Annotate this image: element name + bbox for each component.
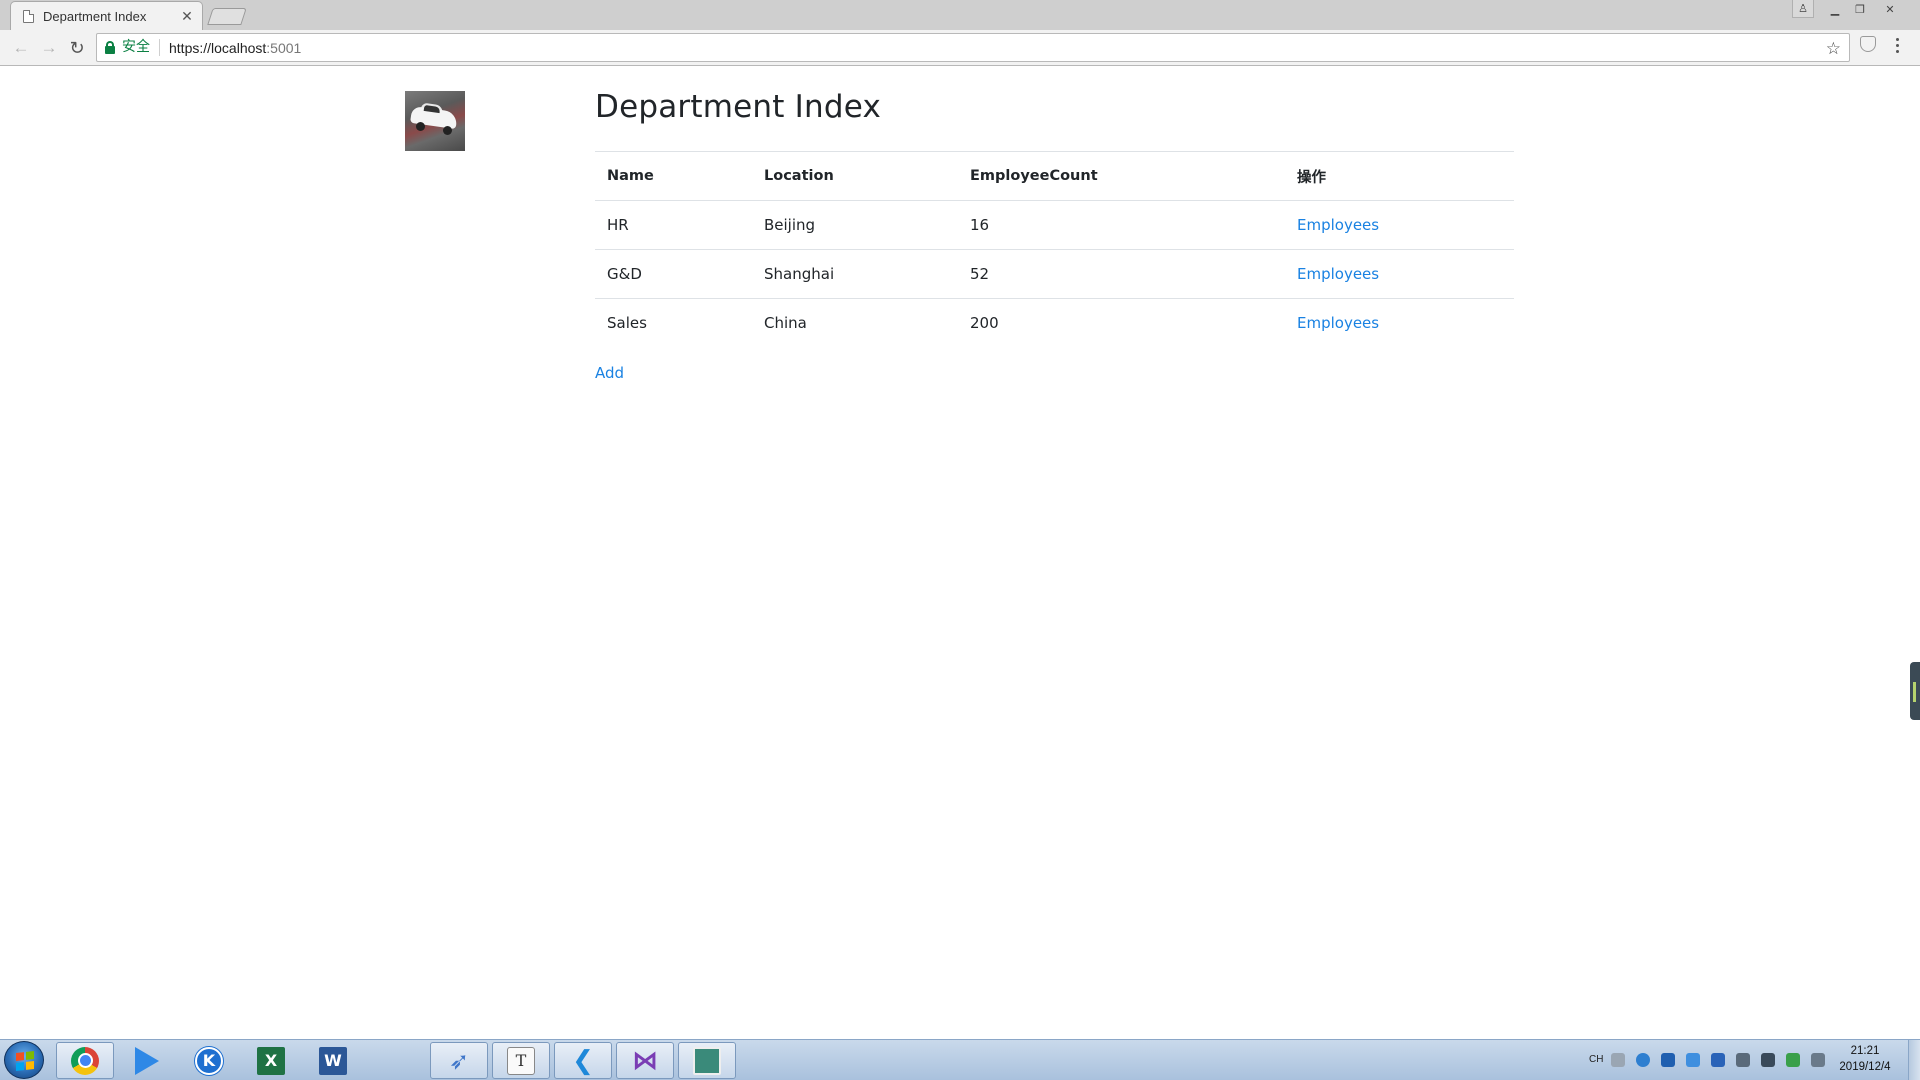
clock-date: 2019/12/4 xyxy=(1839,1061,1891,1073)
column-header-actions: 操作 xyxy=(1285,151,1514,201)
address-bar[interactable]: 安全 https://localhost:5001 ☆ xyxy=(96,33,1850,62)
taskbar-kk[interactable]: K xyxy=(180,1042,238,1079)
security-icon[interactable] xyxy=(1786,1052,1800,1067)
tab-close-icon[interactable]: ✕ xyxy=(180,8,194,25)
desktop-app-icon xyxy=(693,1046,721,1075)
tiles-app-icon xyxy=(381,1047,409,1075)
cell-actions: Employees xyxy=(1285,200,1514,250)
system-clock[interactable]: 21:21 2019/12/4 xyxy=(1832,1043,1898,1075)
excel-icon: X xyxy=(257,1046,285,1075)
column-header-location: Location xyxy=(752,151,958,201)
department-table: Name Location EmployeeCount 操作 HR Beijin… xyxy=(595,151,1514,348)
taskbar-chrome[interactable] xyxy=(56,1042,114,1079)
user-profile-icon[interactable]: ♙ xyxy=(1792,0,1814,18)
cell-name: HR xyxy=(595,200,752,250)
power-icon[interactable] xyxy=(1761,1052,1775,1067)
kk-icon: K xyxy=(195,1046,223,1075)
display-icon[interactable] xyxy=(1736,1052,1750,1067)
cell-location: China xyxy=(752,298,958,348)
network-icon[interactable] xyxy=(1636,1052,1650,1067)
reload-icon[interactable]: ↻ xyxy=(64,35,90,61)
taskbar-desktop-app[interactable] xyxy=(678,1042,736,1079)
browser-menu-icon[interactable] xyxy=(1890,35,1904,55)
tab-department-index[interactable]: Department Index ✕ xyxy=(10,1,203,30)
page-title: Department Index xyxy=(595,89,881,125)
page-content: Department Index Name Location EmployeeC… xyxy=(0,67,1920,1039)
browser-toolbar: ← → ↻ 安全 https://localhost:5001 ☆ xyxy=(0,30,1920,66)
show-desktop-button[interactable] xyxy=(1908,1040,1920,1080)
cell-name: Sales xyxy=(595,298,752,348)
column-header-employee-count: EmployeeCount xyxy=(958,151,1285,201)
media-player-icon xyxy=(135,1046,159,1075)
start-button[interactable] xyxy=(4,1041,44,1079)
volume-icon[interactable] xyxy=(1811,1052,1825,1067)
cell-actions: Employees xyxy=(1285,298,1514,348)
new-tab-button[interactable] xyxy=(207,8,247,25)
check-box-icon[interactable] xyxy=(1711,1052,1725,1067)
cell-employee-count: 52 xyxy=(958,249,1285,299)
lock-icon[interactable] xyxy=(105,41,115,54)
side-panel-handle[interactable] xyxy=(1910,662,1920,720)
taskbar-tiles-app[interactable] xyxy=(366,1042,424,1079)
url-host: https://localhost xyxy=(169,39,267,56)
forward-arrow-icon[interactable]: → xyxy=(36,35,62,61)
url-port: :5001 xyxy=(266,39,302,56)
taskbar-word[interactable]: W xyxy=(304,1042,362,1079)
bookmark-star-icon[interactable]: ☆ xyxy=(1826,39,1841,59)
add-department-link[interactable]: Add xyxy=(595,364,624,382)
page-icon xyxy=(23,9,34,23)
table-row: G&D Shanghai 52 Employees xyxy=(595,249,1514,299)
taskbar-media-player[interactable] xyxy=(118,1042,176,1079)
cell-location: Shanghai xyxy=(752,249,958,299)
url-text[interactable]: https://localhost:5001 xyxy=(169,40,301,56)
chrome-icon xyxy=(71,1046,99,1075)
extension-shield-icon[interactable] xyxy=(1860,36,1876,52)
table-row: HR Beijing 16 Employees xyxy=(595,200,1514,250)
cell-location: Beijing xyxy=(752,200,958,250)
cell-name: G&D xyxy=(595,249,752,299)
checkmark-icon[interactable] xyxy=(1686,1052,1700,1067)
tab-title: Department Index xyxy=(43,8,147,24)
cell-employee-count: 200 xyxy=(958,298,1285,348)
table-row: Sales China 200 Employees xyxy=(595,298,1514,348)
visual-studio-icon: ⋈ xyxy=(632,1045,658,1076)
column-header-name: Name xyxy=(595,151,752,201)
keyboard-icon[interactable] xyxy=(1611,1052,1625,1067)
taskbar-vscode[interactable]: ❮ xyxy=(554,1042,612,1079)
bird-app-icon: ➶ xyxy=(448,1046,470,1075)
language-indicator[interactable]: CH xyxy=(1589,1054,1611,1065)
cell-employee-count: 16 xyxy=(958,200,1285,250)
taskbar-visual-studio[interactable]: ⋈ xyxy=(616,1042,674,1079)
typora-icon: T xyxy=(507,1046,535,1075)
taskbar-typora[interactable]: T xyxy=(492,1042,550,1079)
minimize-icon[interactable]: ▁ xyxy=(1823,0,1847,18)
restore-icon[interactable]: ❐ xyxy=(1848,0,1872,18)
clock-time: 21:21 xyxy=(1850,1045,1880,1057)
taskbar-excel[interactable]: X xyxy=(242,1042,300,1079)
tab-strip: Department Index ✕ ♙ ▁ ❐ ✕ xyxy=(0,0,1920,30)
close-window-icon[interactable]: ✕ xyxy=(1878,0,1902,18)
secure-label[interactable]: 安全 xyxy=(122,39,160,56)
cell-actions: Employees xyxy=(1285,249,1514,299)
employees-link[interactable]: Employees xyxy=(1297,216,1379,234)
table-header-row: Name Location EmployeeCount 操作 xyxy=(595,151,1514,201)
shield-icon[interactable] xyxy=(1661,1052,1675,1067)
taskbar-bird-app[interactable]: ➶ xyxy=(430,1042,488,1079)
back-arrow-icon[interactable]: ← xyxy=(8,35,34,61)
logo-car-image xyxy=(405,91,465,151)
employees-link[interactable]: Employees xyxy=(1297,265,1379,283)
word-icon: W xyxy=(319,1046,347,1075)
employees-link[interactable]: Employees xyxy=(1297,314,1379,332)
vscode-icon: ❮ xyxy=(572,1045,594,1076)
browser-window: Department Index ✕ ♙ ▁ ❐ ✕ ← → ↻ 安全 http… xyxy=(0,0,1920,1080)
